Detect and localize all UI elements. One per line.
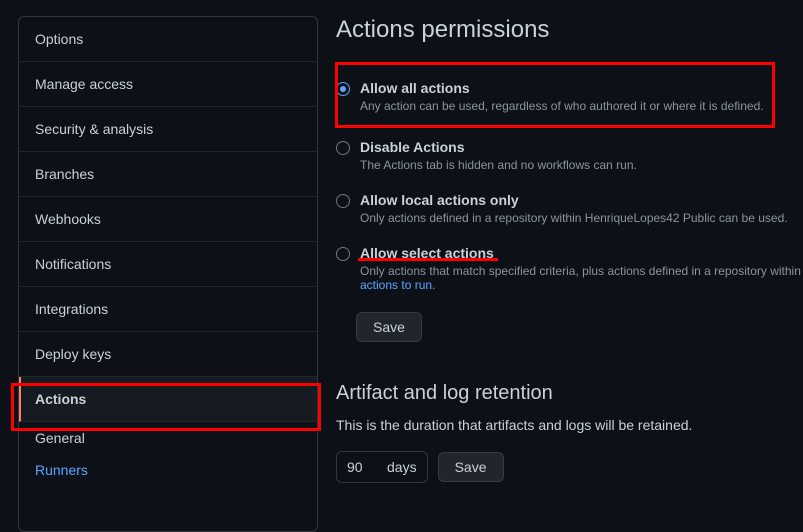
option-desc: Only actions that match specified criter… [360,264,803,292]
option-desc: Only actions defined in a repository wit… [360,211,803,225]
sidebar-item-notifications[interactable]: Notifications [19,242,317,287]
sidebar-item-manage-access[interactable]: Manage access [19,62,317,107]
option-desc: The Actions tab is hidden and no workflo… [360,158,803,172]
sidebar-label: Notifications [35,256,111,272]
retention-unit: days [387,459,417,475]
sidebar-label: Webhooks [35,211,101,227]
sidebar-item-branches[interactable]: Branches [19,152,317,197]
retention-title: Artifact and log retention [336,382,803,405]
sidebar-item-security-analysis[interactable]: Security & analysis [19,107,317,152]
retention-days-input[interactable] [347,459,377,475]
save-retention-button[interactable]: Save [438,452,504,482]
option-allow-all[interactable]: Allow all actions Any action can be used… [336,68,803,125]
option-desc-text: Only actions that match specified criter… [360,264,801,278]
radio-icon[interactable] [336,82,350,96]
radio-icon[interactable] [336,247,350,261]
retention-desc: This is the duration that artifacts and … [336,417,803,433]
retention-days-wrapper: days [336,451,428,483]
learn-more-link[interactable]: actions to run. [360,278,435,292]
option-disable[interactable]: Disable Actions The Actions tab is hidde… [336,133,803,178]
radio-icon[interactable] [336,194,350,208]
radio-icon[interactable] [336,141,350,155]
sidebar-label: Options [35,31,83,47]
retention-row: days Save [336,451,803,483]
option-label: Allow local actions only [360,192,803,208]
sidebar-sub-label: General [35,430,85,446]
sidebar-label: Actions [35,391,86,407]
sidebar-sub-label: Runners [35,462,88,478]
sidebar-label: Security & analysis [35,121,153,137]
option-label: Allow all actions [360,80,803,96]
sidebar-item-deploy-keys[interactable]: Deploy keys [19,332,317,377]
main-content: Actions permissions Allow all actions An… [318,0,803,532]
save-permissions-button[interactable]: Save [356,312,422,342]
sidebar-item-actions[interactable]: Actions [19,377,317,422]
option-desc: Any action can be used, regardless of wh… [360,99,803,113]
page-title: Actions permissions [336,16,803,44]
sidebar-label: Manage access [35,76,133,92]
sidebar-label: Integrations [35,301,108,317]
sidebar-subitem-runners[interactable]: Runners [19,454,317,486]
sidebar-item-integrations[interactable]: Integrations [19,287,317,332]
sidebar-item-webhooks[interactable]: Webhooks [19,197,317,242]
option-label: Disable Actions [360,139,803,155]
permissions-radio-group: Allow all actions Any action can be used… [336,68,803,342]
settings-sidebar: Options Manage access Security & analysi… [18,16,318,532]
sidebar-subitem-general[interactable]: General [19,422,317,454]
sidebar-label: Branches [35,166,94,182]
option-select-actions[interactable]: Allow select actions Only actions that m… [336,239,803,298]
sidebar-item-options[interactable]: Options [19,17,317,62]
sidebar-label: Deploy keys [35,346,111,362]
option-local-only[interactable]: Allow local actions only Only actions de… [336,186,803,231]
annotation-underline [358,258,498,261]
